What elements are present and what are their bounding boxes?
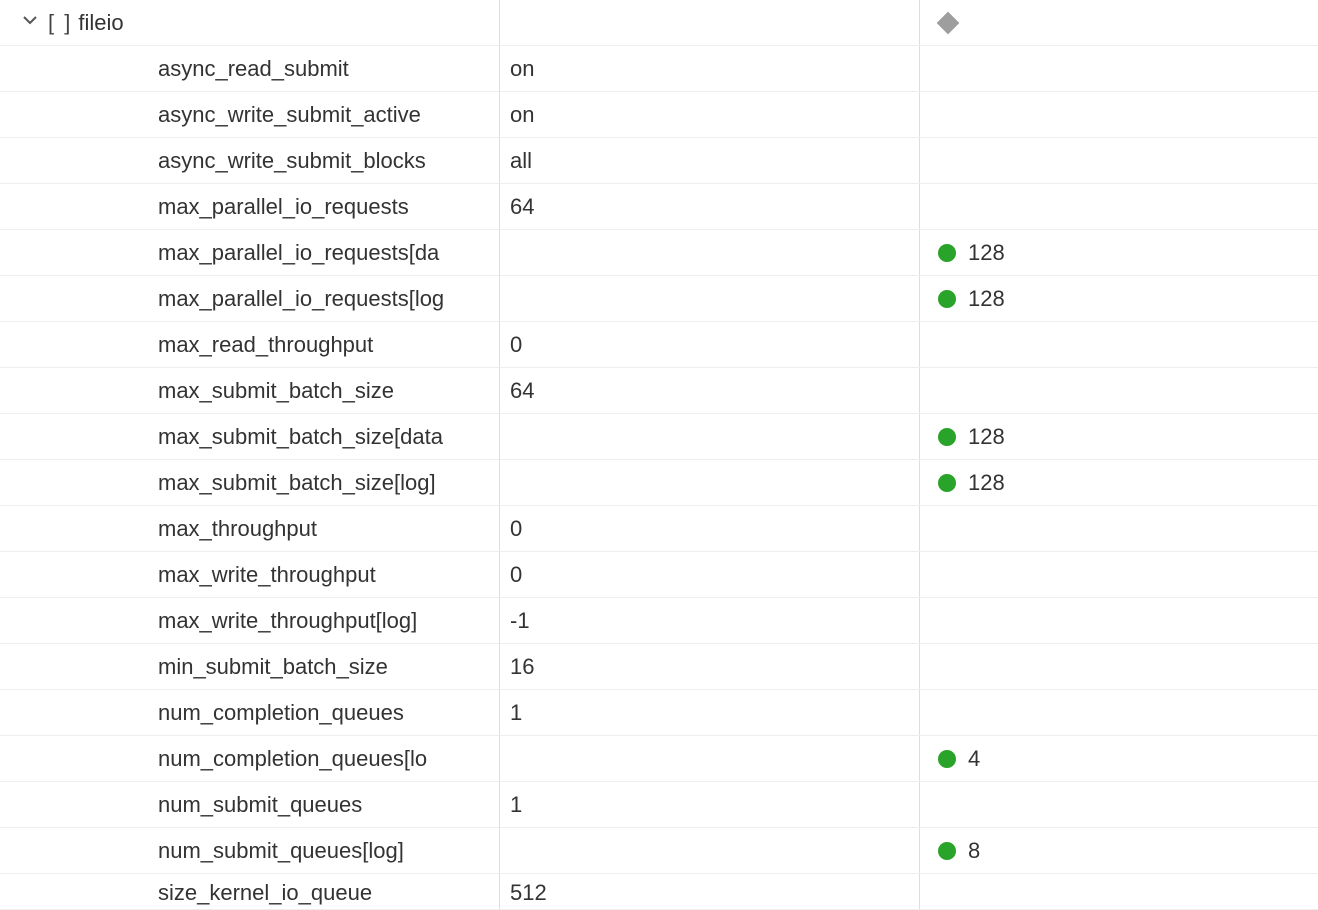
status-green-icon bbox=[938, 750, 956, 768]
param-row[interactable]: min_submit_batch_size 16 bbox=[0, 644, 1318, 690]
param-value: on bbox=[510, 102, 534, 128]
indicator-value: 8 bbox=[968, 838, 980, 864]
section-type-bracket: [ ] bbox=[48, 10, 72, 36]
param-value: 0 bbox=[510, 332, 522, 358]
param-name: max_throughput bbox=[158, 516, 317, 542]
param-row[interactable]: max_parallel_io_requests[log 128 bbox=[0, 276, 1318, 322]
diamond-icon bbox=[937, 11, 960, 34]
param-row[interactable]: size_kernel_io_queue 512 bbox=[0, 874, 1318, 910]
param-indicator bbox=[920, 552, 1318, 597]
param-name: max_parallel_io_requests bbox=[158, 194, 409, 220]
param-row[interactable]: max_parallel_io_requests 64 bbox=[0, 184, 1318, 230]
param-row[interactable]: max_throughput 0 bbox=[0, 506, 1318, 552]
param-row[interactable]: async_read_submit on bbox=[0, 46, 1318, 92]
param-name: async_write_submit_active bbox=[158, 102, 421, 128]
param-value: 64 bbox=[510, 194, 534, 220]
param-value: 512 bbox=[510, 880, 547, 906]
param-name: max_parallel_io_requests[log bbox=[158, 286, 444, 312]
param-row[interactable]: max_submit_batch_size[data 128 bbox=[0, 414, 1318, 460]
param-indicator: 128 bbox=[920, 230, 1318, 275]
status-green-icon bbox=[938, 474, 956, 492]
status-green-icon bbox=[938, 244, 956, 262]
param-indicator bbox=[920, 138, 1318, 183]
param-value: on bbox=[510, 56, 534, 82]
status-green-icon bbox=[938, 842, 956, 860]
param-name: max_submit_batch_size bbox=[158, 378, 394, 404]
param-row[interactable]: num_completion_queues[lo 4 bbox=[0, 736, 1318, 782]
param-row[interactable]: async_write_submit_active on bbox=[0, 92, 1318, 138]
indicator-value: 128 bbox=[968, 286, 1005, 312]
param-name: max_submit_batch_size[data bbox=[158, 424, 443, 450]
param-indicator bbox=[920, 368, 1318, 413]
param-indicator bbox=[920, 322, 1318, 367]
param-indicator bbox=[920, 184, 1318, 229]
param-value: 1 bbox=[510, 700, 522, 726]
section-name: fileio bbox=[78, 10, 123, 36]
param-row[interactable]: max_submit_batch_size 64 bbox=[0, 368, 1318, 414]
param-indicator bbox=[920, 46, 1318, 91]
section-value-cell bbox=[500, 0, 920, 45]
param-indicator: 128 bbox=[920, 414, 1318, 459]
param-name: max_write_throughput bbox=[158, 562, 376, 588]
param-row[interactable]: num_submit_queues 1 bbox=[0, 782, 1318, 828]
param-name: num_submit_queues[log] bbox=[158, 838, 404, 864]
param-row[interactable]: async_write_submit_blocks all bbox=[0, 138, 1318, 184]
param-indicator: 4 bbox=[920, 736, 1318, 781]
status-green-icon bbox=[938, 290, 956, 308]
param-indicator bbox=[920, 598, 1318, 643]
param-indicator bbox=[920, 506, 1318, 551]
param-row[interactable]: max_read_throughput 0 bbox=[0, 322, 1318, 368]
param-value: 1 bbox=[510, 792, 522, 818]
param-row[interactable]: max_parallel_io_requests[da 128 bbox=[0, 230, 1318, 276]
chevron-down-icon[interactable] bbox=[22, 11, 38, 34]
param-indicator bbox=[920, 782, 1318, 827]
status-green-icon bbox=[938, 428, 956, 446]
param-name: num_completion_queues[lo bbox=[158, 746, 427, 772]
param-name: size_kernel_io_queue bbox=[158, 880, 372, 906]
param-indicator bbox=[920, 874, 1318, 909]
param-name: async_write_submit_blocks bbox=[158, 148, 426, 174]
param-indicator: 8 bbox=[920, 828, 1318, 873]
param-name: min_submit_batch_size bbox=[158, 654, 388, 680]
section-row-fileio[interactable]: [ ] fileio bbox=[0, 0, 1318, 46]
indicator-value: 128 bbox=[968, 240, 1005, 266]
param-row[interactable]: max_write_throughput 0 bbox=[0, 552, 1318, 598]
param-row[interactable]: max_write_throughput[log] -1 bbox=[0, 598, 1318, 644]
indicator-value: 128 bbox=[968, 424, 1005, 450]
param-value: -1 bbox=[510, 608, 530, 634]
param-name: num_submit_queues bbox=[158, 792, 362, 818]
param-indicator bbox=[920, 644, 1318, 689]
indicator-value: 128 bbox=[968, 470, 1005, 496]
param-indicator: 128 bbox=[920, 276, 1318, 321]
param-value: 16 bbox=[510, 654, 534, 680]
param-value: 64 bbox=[510, 378, 534, 404]
param-indicator bbox=[920, 92, 1318, 137]
section-indicator-cell bbox=[920, 0, 1318, 45]
config-table: [ ] fileio async_read_submit on async_wr… bbox=[0, 0, 1318, 910]
param-name: max_write_throughput[log] bbox=[158, 608, 417, 634]
param-value: 0 bbox=[510, 516, 522, 542]
param-value: all bbox=[510, 148, 532, 174]
param-row[interactable]: max_submit_batch_size[log] 128 bbox=[0, 460, 1318, 506]
param-name: num_completion_queues bbox=[158, 700, 404, 726]
param-value: 0 bbox=[510, 562, 522, 588]
indicator-value: 4 bbox=[968, 746, 980, 772]
param-name: async_read_submit bbox=[158, 56, 349, 82]
param-name: max_read_throughput bbox=[158, 332, 373, 358]
param-indicator: 128 bbox=[920, 460, 1318, 505]
param-row[interactable]: num_submit_queues[log] 8 bbox=[0, 828, 1318, 874]
param-row[interactable]: num_completion_queues 1 bbox=[0, 690, 1318, 736]
param-name: max_submit_batch_size[log] bbox=[158, 470, 436, 496]
param-name: max_parallel_io_requests[da bbox=[158, 240, 439, 266]
param-indicator bbox=[920, 690, 1318, 735]
